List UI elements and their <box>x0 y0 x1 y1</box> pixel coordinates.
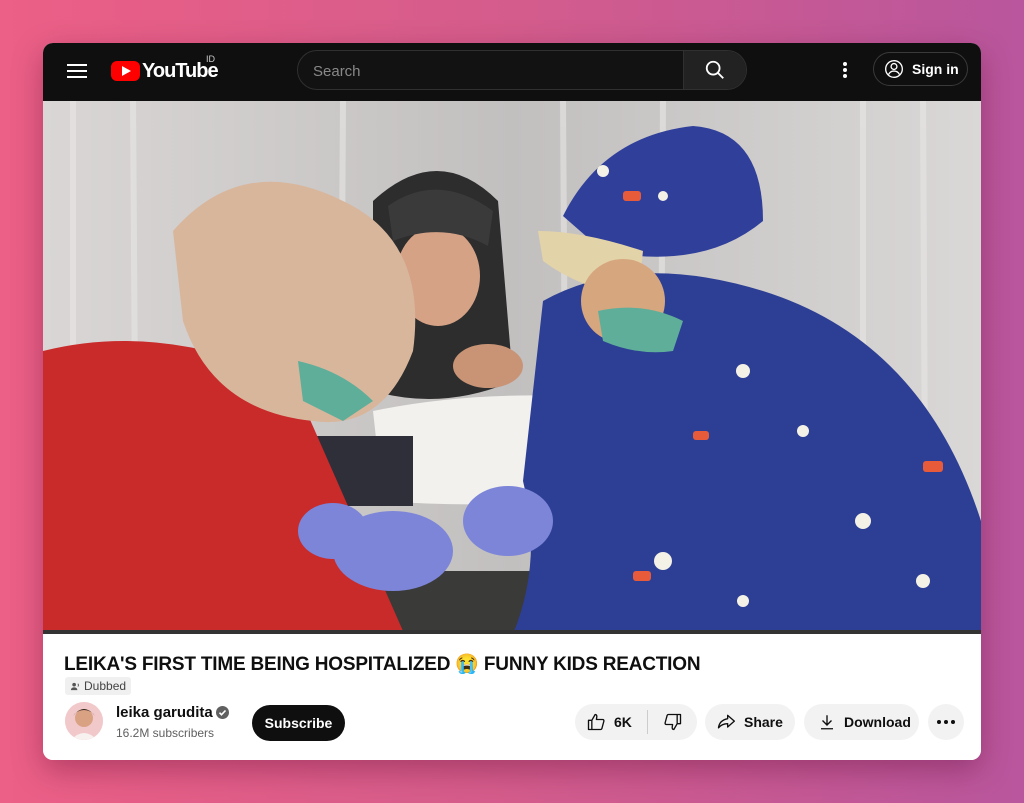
video-title: LEIKA'S FIRST TIME BEING HOSPITALIZED 😭 … <box>64 654 701 675</box>
share-icon <box>717 714 735 729</box>
search-button[interactable] <box>683 51 746 89</box>
youtube-header: YouTube ID Sign in <box>43 43 981 101</box>
share-button[interactable]: Share <box>705 704 795 740</box>
search-icon <box>705 60 724 79</box>
search-input[interactable] <box>298 51 685 89</box>
video-player[interactable] <box>43 101 981 634</box>
download-button[interactable]: Download <box>804 704 919 740</box>
dubbed-label: Dubbed <box>84 679 127 693</box>
sign-in-button[interactable]: Sign in <box>873 52 968 86</box>
like-dislike-group: 6K <box>575 704 697 740</box>
thumbs-up-icon <box>587 713 605 731</box>
search-box <box>297 50 747 90</box>
thumbs-down-icon <box>663 713 681 731</box>
avatar-image <box>65 702 103 740</box>
share-label: Share <box>744 714 783 730</box>
account-icon <box>885 60 903 78</box>
download-label: Download <box>844 714 911 730</box>
like-count: 6K <box>614 714 632 730</box>
menu-icon[interactable] <box>65 60 89 84</box>
download-icon <box>821 715 833 730</box>
youtube-play-icon <box>111 61 140 81</box>
dislike-button[interactable] <box>648 704 697 740</box>
settings-menu-icon[interactable] <box>835 60 855 84</box>
subscriber-count: 16.2M subscribers <box>116 726 215 740</box>
verified-icon <box>216 706 229 719</box>
dubbed-icon <box>70 682 79 690</box>
dubbed-badge: Dubbed <box>65 677 132 695</box>
sign-in-label: Sign in <box>912 61 959 77</box>
browser-window: YouTube ID Sign in <box>43 43 981 760</box>
subscribe-button[interactable]: Subscribe <box>252 705 345 741</box>
more-actions-button[interactable] <box>928 704 964 740</box>
more-icon <box>937 720 955 724</box>
channel-avatar[interactable] <box>65 702 103 740</box>
channel-name[interactable]: leika garudita <box>116 704 213 721</box>
video-info: LEIKA'S FIRST TIME BEING HOSPITALIZED 😭 … <box>43 634 981 760</box>
video-frame <box>43 101 981 634</box>
like-button[interactable]: 6K <box>575 704 647 740</box>
youtube-logo[interactable]: YouTube ID <box>111 54 219 83</box>
region-code: ID <box>206 54 215 64</box>
